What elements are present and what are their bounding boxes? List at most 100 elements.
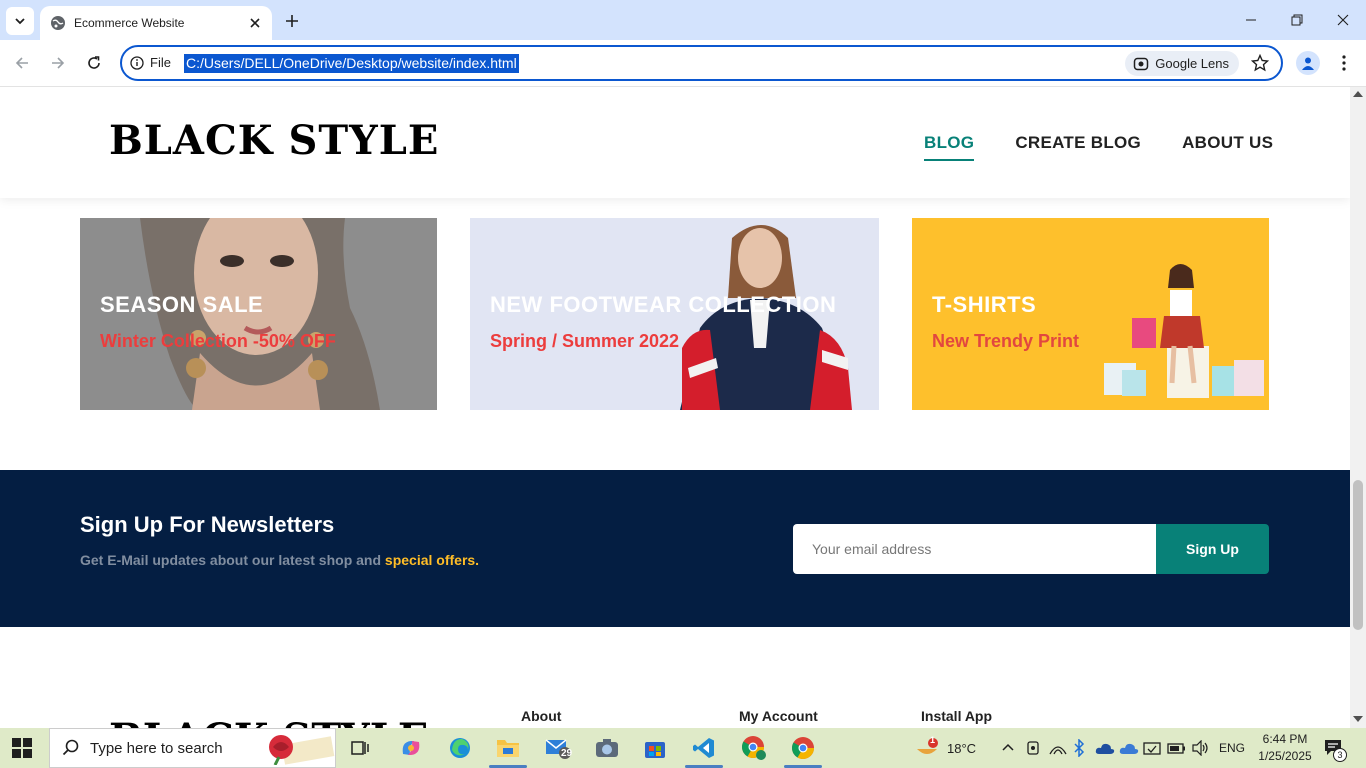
chevron-up-icon bbox=[1002, 743, 1014, 751]
nav-create-blog[interactable]: CREATE BLOG bbox=[1015, 133, 1141, 161]
clock-time: 6:44 PM bbox=[1262, 732, 1308, 746]
address-bar[interactable]: File C:/Users/DELL/OneDrive/Desktop/webs… bbox=[120, 45, 1283, 81]
mail-badge: 29 bbox=[561, 748, 573, 759]
footer-heading-install-app: Install App bbox=[921, 708, 993, 724]
mail-icon[interactable]: 29 bbox=[544, 734, 572, 762]
newsletter-title: Sign Up For Newsletters bbox=[80, 512, 335, 537]
new-tab-button[interactable] bbox=[281, 10, 303, 32]
volume-icon[interactable] bbox=[1191, 728, 1209, 768]
close-window-button[interactable] bbox=[1320, 0, 1366, 40]
scroll-down-arrow-icon[interactable] bbox=[1353, 716, 1363, 722]
email-input[interactable] bbox=[793, 524, 1156, 574]
task-view-icon[interactable] bbox=[346, 734, 374, 762]
profile-button[interactable] bbox=[1296, 51, 1320, 75]
weather-badge: 1 bbox=[930, 735, 936, 745]
arrow-left-icon bbox=[15, 57, 28, 69]
show-hidden-icons-button[interactable] bbox=[1001, 728, 1015, 768]
sign-up-button[interactable]: Sign Up bbox=[1156, 524, 1269, 574]
close-icon bbox=[1337, 14, 1349, 26]
windows-taskbar: Type here to search 29 1 18°C ENG 6:44 P… bbox=[0, 728, 1366, 768]
banner-title: NEW FOOTWEAR COLLECTION bbox=[490, 292, 837, 317]
notification-center-button[interactable]: 3 bbox=[1323, 728, 1347, 768]
weather-widget[interactable]: 1 18°C bbox=[915, 728, 976, 768]
weather-icon bbox=[917, 738, 938, 754]
more-vertical-icon bbox=[1342, 55, 1346, 71]
battery-icon[interactable] bbox=[1167, 728, 1187, 768]
edge-browser-icon[interactable] bbox=[446, 734, 474, 762]
file-explorer-icon[interactable] bbox=[494, 734, 522, 762]
url-scheme-label: File bbox=[150, 55, 171, 70]
banner-subtitle: Spring / Summer 2022 bbox=[490, 331, 680, 351]
taskbar-search[interactable]: Type here to search bbox=[49, 728, 336, 768]
banner-season-sale[interactable]: SEASON SALE Winter Collection -50% OFF bbox=[80, 218, 437, 410]
site-header: BLACK STYLE BLOG CREATE BLOG ABOUT US bbox=[0, 87, 1350, 198]
banner-subtitle: New Trendy Print bbox=[932, 331, 1080, 351]
close-tab-icon[interactable] bbox=[248, 16, 262, 30]
camera-app-icon[interactable] bbox=[593, 734, 621, 762]
url-text[interactable]: C:/Users/DELL/OneDrive/Desktop/website/i… bbox=[184, 54, 519, 73]
google-lens-label: Google Lens bbox=[1155, 56, 1229, 71]
language-indicator[interactable]: ENG bbox=[1219, 728, 1245, 768]
site-footer: BLACK STYLE About My Account Install App bbox=[0, 627, 1350, 728]
site-logo[interactable]: BLACK STYLE bbox=[109, 117, 439, 164]
minimize-icon bbox=[1246, 19, 1256, 21]
minimize-button[interactable] bbox=[1228, 0, 1274, 40]
site-info-button[interactable]: File bbox=[130, 55, 171, 70]
weather-temp: 18°C bbox=[947, 740, 977, 756]
page-scrollbar[interactable] bbox=[1350, 87, 1366, 728]
tray-security-icon[interactable] bbox=[1143, 728, 1161, 768]
browser-menu-button[interactable] bbox=[1334, 51, 1354, 75]
forward-button[interactable] bbox=[47, 52, 69, 74]
scrollbar-thumb[interactable] bbox=[1353, 480, 1363, 630]
copilot-icon[interactable] bbox=[397, 734, 425, 762]
tab-title: Ecommerce Website bbox=[74, 16, 185, 30]
plus-icon bbox=[286, 15, 298, 27]
browser-toolbar: File C:/Users/DELL/OneDrive/Desktop/webs… bbox=[0, 40, 1366, 87]
scroll-up-arrow-icon[interactable] bbox=[1353, 91, 1363, 97]
camera-lens-icon bbox=[1134, 57, 1149, 70]
tray-network-activity-icon[interactable] bbox=[1049, 728, 1067, 768]
windows-start-icon[interactable] bbox=[12, 738, 32, 758]
banner-title: T-SHIRTS bbox=[932, 292, 1037, 317]
bluetooth-icon[interactable] bbox=[1073, 728, 1085, 768]
clock-date: 1/25/2025 bbox=[1258, 749, 1312, 763]
onedrive-sync-icon[interactable] bbox=[1119, 728, 1139, 768]
google-lens-button[interactable]: Google Lens bbox=[1125, 51, 1239, 76]
nav-about-us[interactable]: ABOUT US bbox=[1182, 133, 1273, 161]
language-label: ENG bbox=[1219, 741, 1246, 755]
onedrive-icon[interactable] bbox=[1095, 728, 1115, 768]
back-button[interactable] bbox=[11, 52, 33, 74]
tray-device-icon[interactable] bbox=[1025, 728, 1041, 768]
chevron-down-icon bbox=[15, 18, 25, 25]
arrow-right-icon bbox=[52, 57, 65, 69]
newsletter-section: Sign Up For Newsletters Get E-Mail updat… bbox=[0, 470, 1350, 627]
taskbar-search-placeholder: Type here to search bbox=[90, 739, 223, 757]
notification-count: 3 bbox=[1333, 748, 1347, 762]
browser-tab-bar: Ecommerce Website bbox=[0, 0, 1366, 40]
taskbar-clock[interactable]: 6:44 PM 1/25/2025 bbox=[1254, 731, 1316, 765]
reload-icon bbox=[88, 56, 100, 69]
nav-blog[interactable]: BLOG bbox=[924, 133, 975, 161]
microsoft-store-icon[interactable] bbox=[641, 734, 669, 762]
vscode-icon[interactable] bbox=[690, 734, 718, 762]
newsletter-highlight: special offers. bbox=[384, 552, 480, 568]
reload-button[interactable] bbox=[83, 52, 105, 74]
banner-new-footwear[interactable]: NEW FOOTWEAR COLLECTION Spring / Summer … bbox=[470, 218, 879, 410]
tab-search-button[interactable] bbox=[6, 7, 34, 35]
main-nav: BLOG CREATE BLOG ABOUT US bbox=[924, 133, 1273, 161]
newsletter-text-main: Get E-Mail updates about our latest shop… bbox=[80, 552, 382, 568]
search-highlight-rose-icon bbox=[269, 735, 335, 765]
footer-heading-about: About bbox=[521, 708, 562, 724]
search-icon bbox=[62, 739, 79, 756]
chrome-profile-icon[interactable] bbox=[740, 734, 768, 762]
restore-button[interactable] bbox=[1274, 0, 1320, 40]
newsletter-text: Get E-Mail updates about our latest shop… bbox=[80, 552, 479, 568]
bookmark-star-icon[interactable] bbox=[1251, 54, 1269, 72]
banner-t-shirts[interactable]: T-SHIRTS New Trendy Print bbox=[912, 218, 1269, 410]
page-viewport: BLACK STYLE BLOG CREATE BLOG ABOUT US SE… bbox=[0, 87, 1350, 728]
person-icon bbox=[1302, 57, 1314, 70]
chrome-browser-icon[interactable] bbox=[789, 734, 817, 762]
browser-tab[interactable]: Ecommerce Website bbox=[40, 6, 272, 40]
restore-icon bbox=[1291, 14, 1303, 26]
banner-title: SEASON SALE bbox=[100, 292, 264, 317]
